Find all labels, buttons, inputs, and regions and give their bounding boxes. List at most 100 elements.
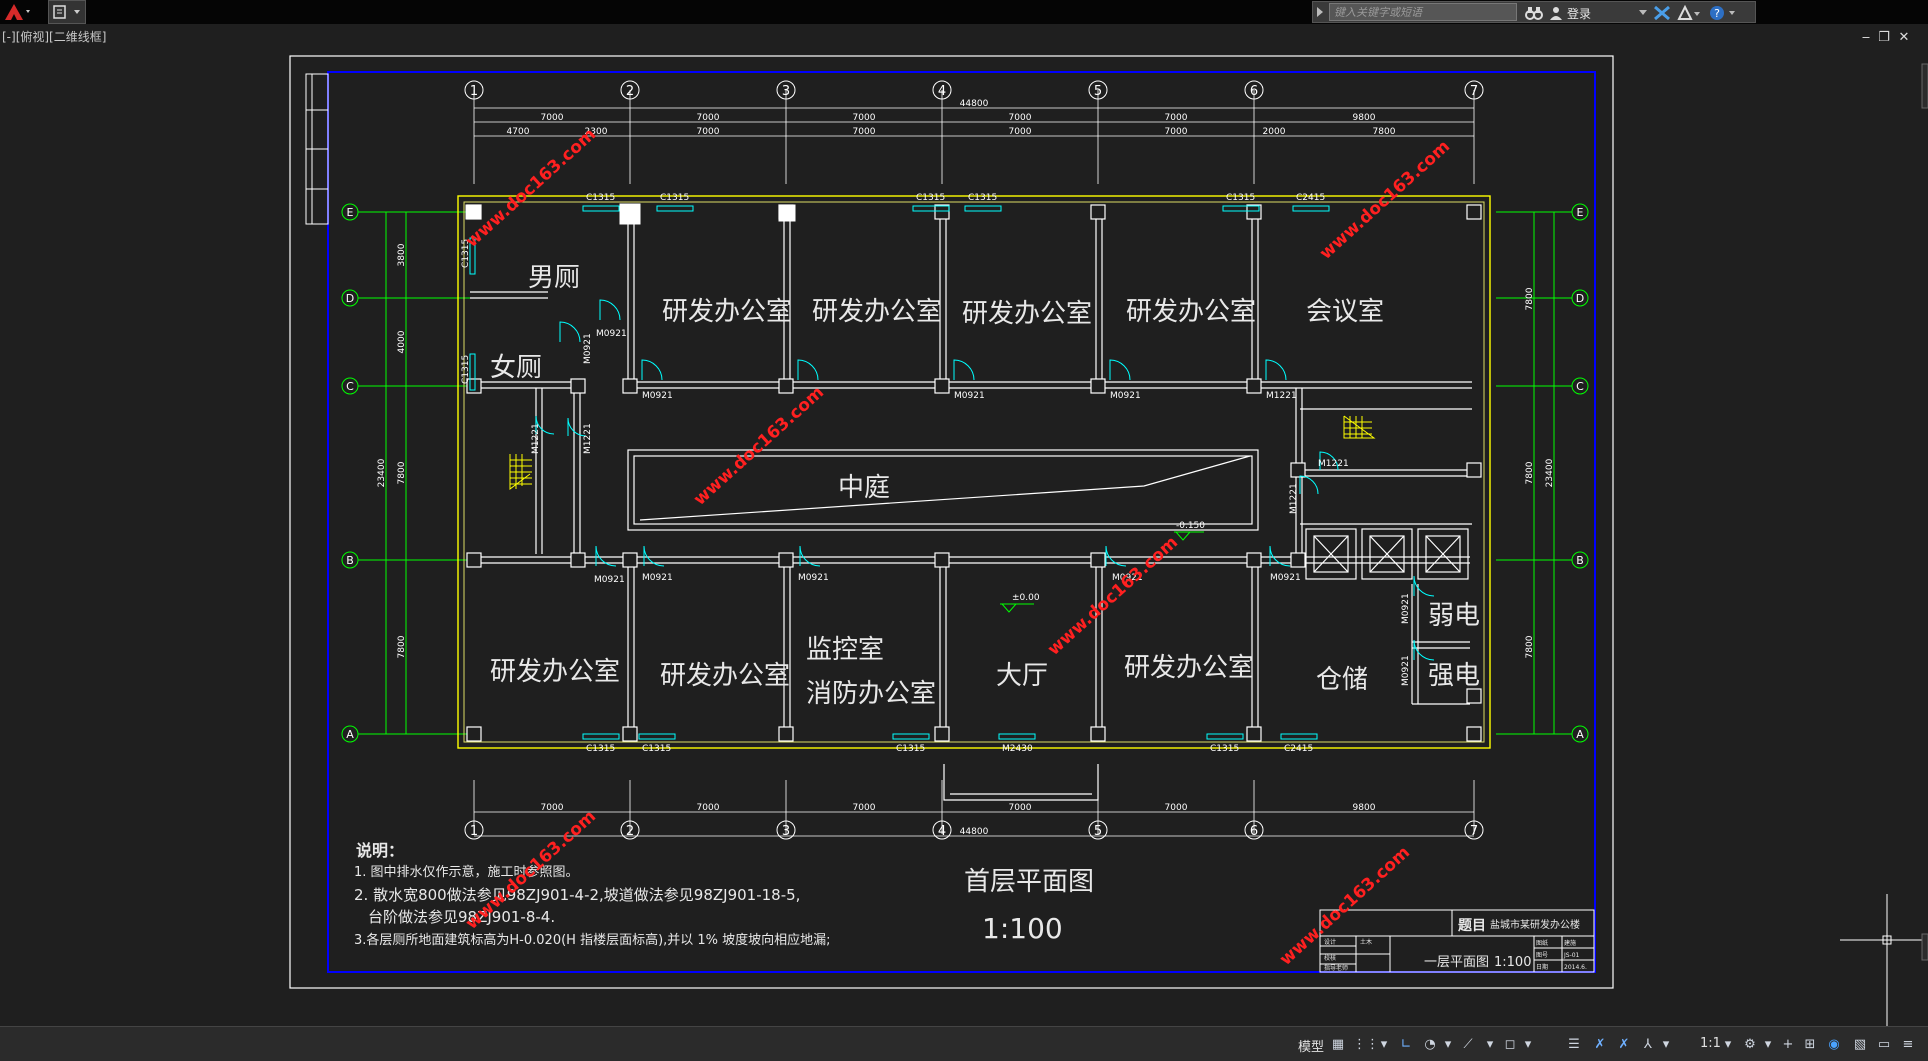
dim-right-total: 23400: [1545, 458, 1555, 487]
isodraft-icon[interactable]: ⟋: [1458, 1034, 1478, 1054]
annotation-dropdown-icon[interactable]: ▾: [1656, 1034, 1676, 1054]
polar-icon[interactable]: ◔: [1420, 1034, 1440, 1054]
grid-icon[interactable]: ▦: [1328, 1034, 1348, 1054]
plan-title: 首层平面图: [964, 867, 1094, 897]
dim-left-0: 3800: [397, 243, 407, 266]
customize-icon[interactable]: ≡: [1898, 1034, 1918, 1054]
door-rd-1: [641, 359, 663, 381]
osnap-icon[interactable]: ◻: [1500, 1034, 1520, 1054]
dim-right-1: 7800: [1525, 461, 1535, 484]
room-labels: 男厕 女厕 研发办公室 研发办公室 研发办公室 研发办公室 会议室 中庭 研发办…: [490, 263, 1480, 709]
tb-cell-1: 图纸: [1536, 939, 1548, 947]
room-womens-toilet: 女厕: [490, 353, 542, 383]
tb-cell-5: 日期: [1536, 963, 1548, 971]
door-womens: [559, 321, 581, 343]
expand-arrow-icon[interactable]: [1316, 7, 1324, 17]
login-button[interactable]: 登录: [1549, 4, 1591, 22]
drawing-canvas[interactable]: 1 1 2 2 3 3 4 4 5 5 6 6 7 7 E E D D C C B B A A 44800 7000 7000 70…: [0, 24, 1928, 1026]
axis-number-bottom-3: 4: [938, 824, 946, 839]
dim-top-row1-4: 7000: [1165, 113, 1188, 123]
axis-number-bottom-5: 6: [1250, 824, 1258, 839]
axis-letter-left-0: E: [347, 206, 354, 219]
dim-right-2: 7800: [1525, 635, 1535, 658]
quick-access-button[interactable]: [48, 0, 86, 24]
dim-bottom-3: 7000: [1009, 803, 1032, 813]
elevation-label: ±0.00: [1012, 593, 1040, 603]
snap-icon[interactable]: ⋮⋮: [1353, 1034, 1379, 1054]
door-rd-3: [953, 359, 975, 381]
annotation-monitor-icon[interactable]: ✗: [1590, 1034, 1610, 1054]
login-dropdown-icon[interactable]: [1639, 4, 1647, 22]
snap-dropdown-icon[interactable]: ▾: [1374, 1034, 1394, 1054]
watermark-3: www.doc163.com: [1044, 533, 1182, 660]
column-23: [1090, 726, 1106, 742]
tb-cell-3: 图号: [1536, 952, 1548, 959]
axis-letter-right-3: B: [1576, 554, 1584, 567]
room-rd-office-3: 研发办公室: [962, 299, 1092, 329]
window-bottom-0: [582, 733, 620, 740]
osnap-list-icon[interactable]: ▾: [1518, 1034, 1538, 1054]
clean-screen-icon[interactable]: ▭: [1874, 1034, 1894, 1054]
osnap-dropdown-icon[interactable]: ▾: [1480, 1034, 1500, 1054]
tb-drawing-name-main: 一层平面图: [1424, 955, 1489, 970]
tb-left-2: 校核: [1324, 954, 1336, 962]
room-rd-office-2: 研发办公室: [812, 297, 942, 327]
room-rd-office-7: 研发办公室: [1124, 653, 1254, 683]
axis-number-bottom-0: 1: [470, 824, 478, 839]
axis-number-top-6: 7: [1470, 84, 1478, 99]
tb-cell-4: JS-01: [1563, 952, 1580, 959]
hardware-accel-icon[interactable]: ▧: [1850, 1034, 1870, 1054]
document-icon: [53, 5, 80, 19]
dim-top-row2-6: 2000: [1263, 127, 1286, 137]
dim-top-total: 44800: [960, 99, 989, 109]
door-storage-label: M0921: [1270, 573, 1301, 583]
annotation-visibility-icon[interactable]: ✗: [1614, 1034, 1634, 1054]
scale-dropdown-icon[interactable]: ▾: [1718, 1034, 1738, 1054]
binoculars-icon[interactable]: [1525, 4, 1543, 22]
window-label-bottom-3: M2430: [1002, 744, 1033, 754]
isolate-icon[interactable]: ◉: [1824, 1034, 1844, 1054]
axis-letter-left-2: C: [346, 380, 354, 393]
title-bar: 登录 ?: [0, 0, 1928, 24]
axis-letter-left-1: D: [346, 292, 354, 305]
help-icon[interactable]: ?: [1709, 4, 1737, 22]
workspace-gear-icon[interactable]: ⚙: [1740, 1034, 1760, 1054]
door-strong-power: [1413, 639, 1435, 661]
axis-number-top-2: 3: [782, 84, 790, 99]
door-rd-2: [797, 359, 819, 381]
axis-number-bottom-1: 2: [626, 824, 634, 839]
lineweight-icon[interactable]: ☰: [1564, 1034, 1584, 1054]
room-courtyard: 中庭: [838, 473, 890, 503]
units-icon[interactable]: ⊞: [1800, 1034, 1820, 1054]
dim-right-0: 7800: [1525, 287, 1535, 310]
window-bottom-4: [1206, 733, 1244, 740]
axis-letter-right-2: C: [1576, 380, 1584, 393]
room-strong-power: 强电: [1428, 661, 1480, 691]
ortho-icon[interactable]: ∟: [1396, 1034, 1416, 1054]
column-29: [1290, 552, 1306, 568]
axis-letter-right-4: A: [1576, 728, 1584, 741]
connect-icon[interactable]: [1677, 4, 1701, 22]
watermarks: www.doc163.com www.doc163.com www.doc163.c…: [462, 125, 1454, 970]
annotation-scale-icon[interactable]: ⅄: [1638, 1034, 1658, 1054]
door-strong-power-label: M0921: [1401, 655, 1411, 686]
add-icon[interactable]: +: [1778, 1034, 1798, 1054]
search-input[interactable]: [1329, 3, 1517, 21]
tb-cell-6: 2014.6.: [1564, 964, 1587, 971]
dim-top-row2-4: 7000: [1009, 127, 1032, 137]
polar-dropdown-icon[interactable]: ▾: [1438, 1034, 1458, 1054]
app-menu-button[interactable]: [0, 0, 34, 24]
column-13: [466, 552, 482, 568]
notes: 说明： 1. 图中排水仅作示意，施工时参照图。 2. 散水宽800做法参见98Z…: [354, 841, 831, 948]
viewcube-tab[interactable]: [1921, 63, 1928, 109]
room-rd-office-6: 研发办公室: [660, 661, 790, 691]
model-tab[interactable]: 模型: [1298, 1036, 1324, 1055]
workspace-dropdown-icon[interactable]: ▾: [1758, 1034, 1778, 1054]
stair-left: [509, 454, 532, 490]
dim-top-row2-2: 7000: [697, 127, 720, 137]
window-bottom-5: [1280, 733, 1318, 740]
window-label-bottom-1: C1315: [642, 744, 671, 754]
navbar-tab[interactable]: [1921, 933, 1928, 961]
exchange-icon[interactable]: [1653, 4, 1671, 22]
dim-bottom-5: 9800: [1353, 803, 1376, 813]
